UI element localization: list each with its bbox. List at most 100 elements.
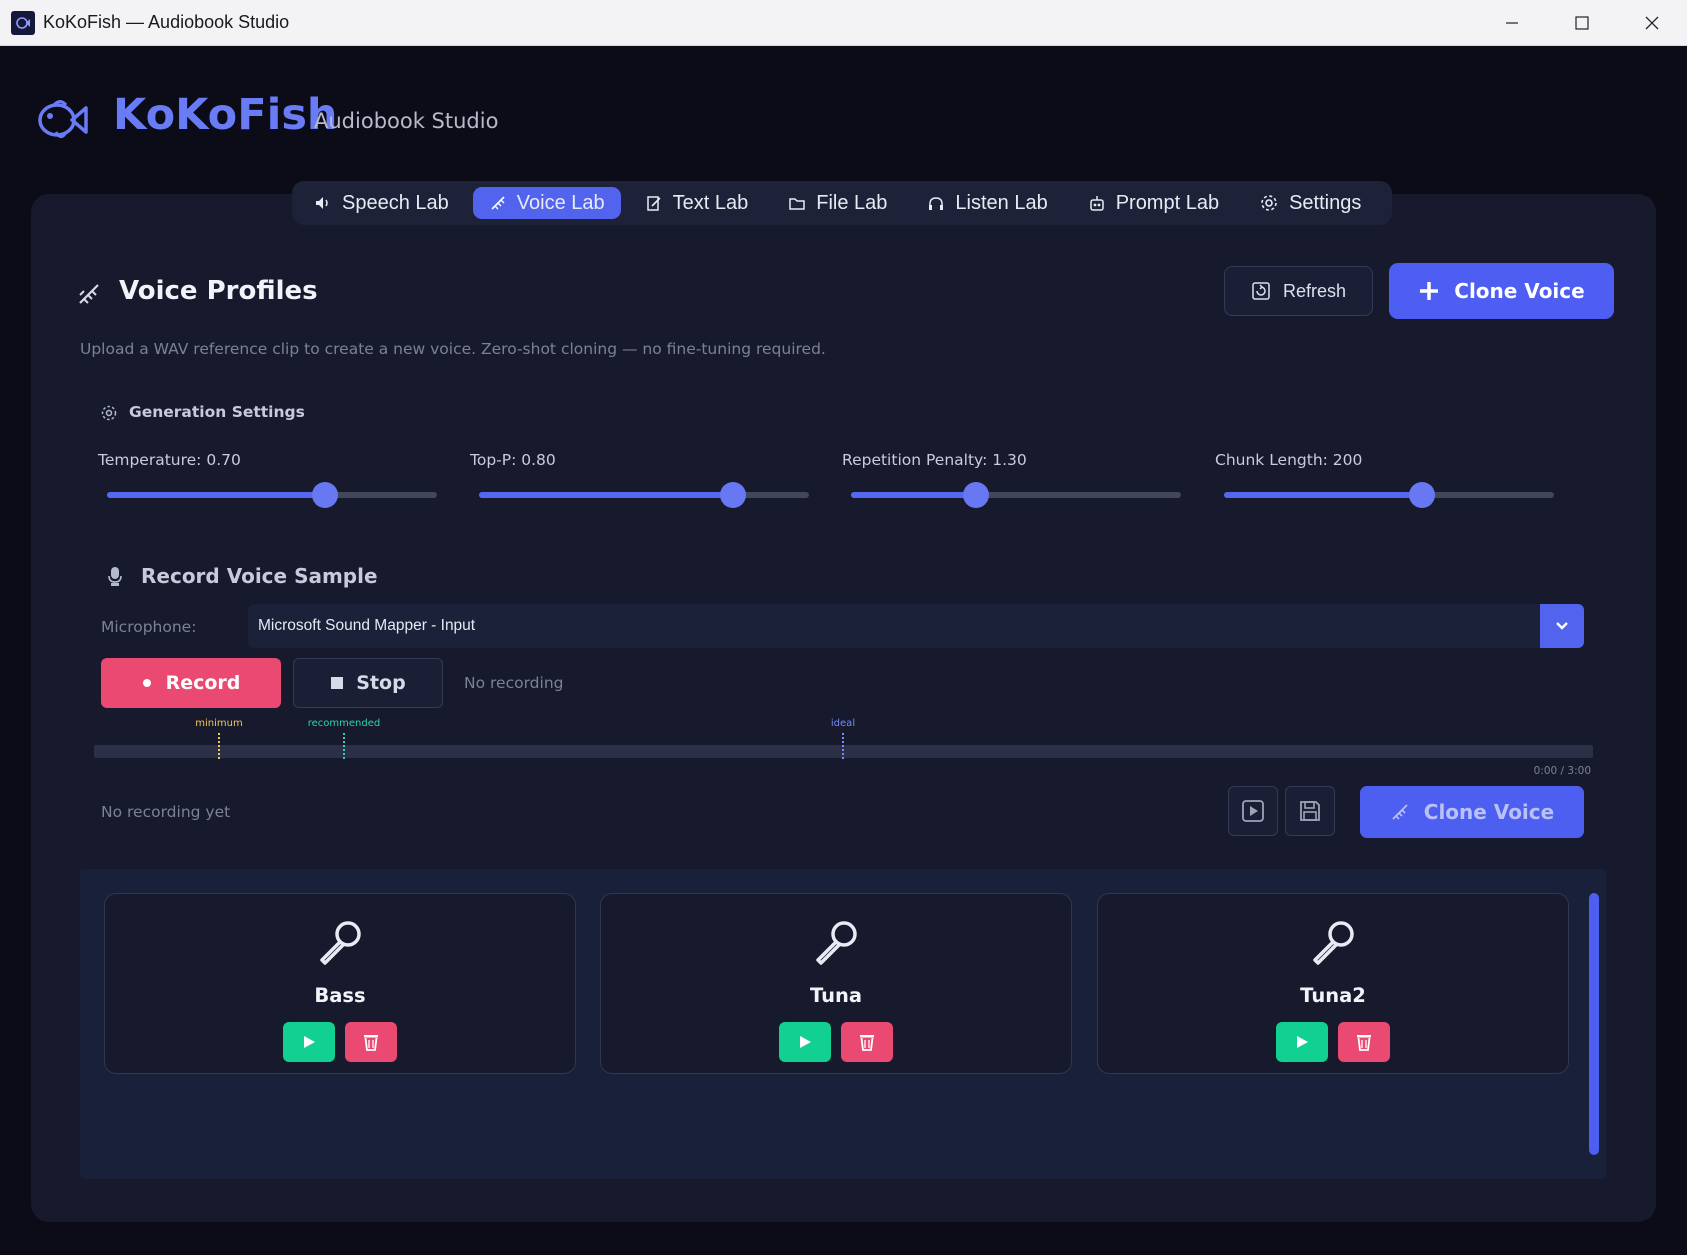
clone-voice-label: Clone Voice [1423, 800, 1555, 824]
top-p-label: Top-P: 0.80 [470, 451, 556, 469]
slider-thumb[interactable] [720, 482, 747, 508]
marker-recommended-label: recommended [307, 718, 381, 729]
tab-text-lab[interactable]: Text Lab [629, 187, 765, 219]
tab-label: File Lab [816, 191, 888, 214]
tab-label: Settings [1289, 191, 1362, 214]
edit-document-icon [646, 196, 661, 211]
microphone-icon [816, 921, 857, 965]
slider-thumb[interactable] [1409, 482, 1435, 508]
play-voice-button[interactable] [1276, 1022, 1328, 1062]
page-description: Upload a WAV reference clip to create a … [80, 340, 826, 358]
tab-label: Listen Lab [955, 191, 1048, 214]
robot-icon [1089, 196, 1104, 211]
marker-ideal-label: ideal [830, 718, 856, 729]
dropdown-button[interactable] [1540, 604, 1584, 648]
refresh-icon [1252, 282, 1270, 300]
marker-recommended [343, 733, 345, 759]
voice-card-tuna[interactable]: Tuna [600, 893, 1072, 1074]
slider-fill [851, 492, 977, 498]
chevron-down-icon [1556, 622, 1568, 630]
brand-subtitle: Audiobook Studio [314, 109, 499, 133]
microphone-label: Microphone: [101, 618, 197, 636]
microphone-icon [320, 921, 361, 965]
main-nav: Speech Lab Voice Lab Text Lab File Lab L… [292, 181, 1392, 225]
refresh-button[interactable]: Refresh [1224, 266, 1373, 316]
delete-voice-button[interactable] [841, 1022, 893, 1062]
maximize-button[interactable] [1547, 0, 1617, 46]
play-square-icon [1242, 800, 1264, 822]
delete-voice-button[interactable] [1338, 1022, 1390, 1062]
repetition-penalty-slider[interactable] [851, 482, 1181, 508]
play-icon [1297, 1036, 1308, 1048]
generation-settings-title: Generation Settings [129, 403, 305, 421]
voice-name: Tuna [809, 984, 863, 1007]
brand-name: KoKoFish [113, 90, 338, 140]
plus-icon [1420, 282, 1439, 300]
tab-settings[interactable]: Settings [1243, 187, 1377, 219]
dna-icon [1392, 804, 1408, 820]
close-button[interactable] [1617, 0, 1687, 46]
play-voice-button[interactable] [779, 1022, 831, 1062]
delete-voice-button[interactable] [345, 1022, 397, 1062]
record-label: Record [165, 672, 241, 694]
slider-fill [1224, 492, 1422, 498]
fish-logo-icon [34, 96, 88, 142]
recording-status: No recording [464, 674, 564, 692]
microphone-selected-value: Microsoft Sound Mapper - Input [258, 617, 476, 634]
voice-card-tuna2[interactable]: Tuna2 [1097, 893, 1569, 1074]
stop-button[interactable]: Stop [293, 658, 443, 708]
chunk-length-slider[interactable] [1224, 482, 1554, 508]
temperature-label: Temperature: 0.70 [98, 451, 241, 469]
temperature-slider[interactable] [107, 482, 437, 508]
record-button[interactable]: Record [101, 658, 281, 708]
no-recording-text: No recording yet [101, 803, 231, 821]
dna-icon [491, 196, 505, 210]
headphones-icon [929, 197, 944, 210]
marker-minimum-label: minimum [195, 718, 243, 729]
microphone-icon [106, 565, 124, 591]
window-titlebar: KoKoFish — Audiobook Studio [0, 0, 1687, 46]
play-recording-button[interactable] [1228, 786, 1278, 836]
tab-label: Speech Lab [342, 191, 449, 214]
tab-label: Prompt Lab [1115, 191, 1220, 214]
minimize-button[interactable] [1477, 0, 1547, 46]
save-recording-button[interactable] [1285, 786, 1335, 836]
settings-gear-icon [100, 404, 118, 426]
play-icon [304, 1036, 315, 1048]
microphone-select[interactable]: Microsoft Sound Mapper - Input [248, 604, 1584, 648]
dna-icon [76, 281, 102, 311]
tab-file-lab[interactable]: File Lab [772, 187, 903, 219]
trash-icon [364, 1035, 378, 1051]
page-title: Voice Profiles [119, 276, 318, 306]
voice-list-scrollbar[interactable] [1589, 893, 1599, 1155]
gear-icon [1261, 195, 1277, 211]
stop-label: Stop [356, 672, 406, 694]
voice-name: Tuna2 [1300, 984, 1366, 1007]
tab-label: Voice Lab [516, 191, 605, 214]
top-p-slider[interactable] [479, 482, 809, 508]
tab-listen-lab[interactable]: Listen Lab [911, 187, 1063, 219]
record-section-title: Record Voice Sample [141, 564, 378, 588]
repetition-penalty-label: Repetition Penalty: 1.30 [842, 451, 1027, 469]
slider-fill [107, 492, 325, 498]
folder-icon [789, 198, 805, 210]
tab-speech-lab[interactable]: Speech Lab [298, 187, 465, 219]
speaker-icon [316, 197, 328, 209]
microphone-icon [1313, 921, 1354, 965]
tab-prompt-lab[interactable]: Prompt Lab [1072, 187, 1235, 219]
window-title: KoKoFish — Audiobook Studio [43, 12, 290, 32]
slider-thumb[interactable] [311, 482, 338, 508]
clone-voice-button[interactable]: Clone Voice [1389, 263, 1614, 319]
marker-ideal [842, 733, 844, 759]
time-readout: 0:00 / 3:00 [1533, 765, 1591, 777]
tab-voice-lab[interactable]: Voice Lab [472, 187, 621, 219]
chunk-length-label: Chunk Length: 200 [1215, 451, 1363, 469]
slider-fill [479, 492, 734, 498]
app-icon [11, 10, 35, 35]
voice-card-bass[interactable]: Bass [104, 893, 576, 1074]
marker-minimum [218, 733, 220, 759]
clone-voice-recording-button[interactable]: Clone Voice [1360, 786, 1584, 838]
trash-icon [1357, 1035, 1371, 1051]
play-voice-button[interactable] [283, 1022, 335, 1062]
clone-voice-label: Clone Voice [1454, 279, 1585, 303]
